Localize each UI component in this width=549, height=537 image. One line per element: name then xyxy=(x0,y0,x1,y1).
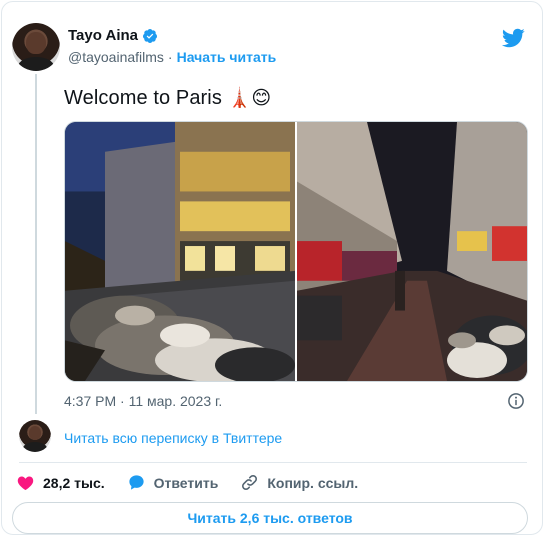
author-handle-row: @tayoainafilms · Начать читать xyxy=(68,49,276,65)
tweet-embed-card: Tayo Aina @tayoainafilms · Начать читать… xyxy=(1,1,543,535)
twitter-bird-icon[interactable] xyxy=(501,26,525,50)
author-name-row: Tayo Aina xyxy=(68,27,158,44)
tweet-emojis: 🗼😊 xyxy=(227,88,272,109)
photo-1-image xyxy=(65,122,295,381)
verified-badge-icon xyxy=(143,28,158,43)
likes-count: 28,2 тыс. xyxy=(43,474,105,491)
reply-bubble-icon xyxy=(129,475,144,490)
thread-connector-line xyxy=(35,74,37,414)
photo-2-image xyxy=(297,122,527,381)
avatar-shirt xyxy=(22,442,48,452)
author-handle[interactable]: @tayoainafilms xyxy=(68,49,164,65)
paris-street-photo-2[interactable] xyxy=(297,122,527,381)
read-thread-link[interactable]: Читать всю переписку в Твиттере xyxy=(64,430,282,446)
reply-button[interactable]: Ответить xyxy=(127,473,219,492)
paris-street-photo-1[interactable] xyxy=(65,122,295,381)
avatar-head xyxy=(26,31,46,54)
separator-dot: · xyxy=(167,49,173,65)
info-icon[interactable] xyxy=(507,392,525,410)
tweet-text-body: Welcome to Paris xyxy=(64,87,222,109)
link-icon xyxy=(242,475,258,490)
read-replies-button[interactable]: Читать 2,6 тыс. ответов xyxy=(12,502,528,534)
like-button[interactable]: 28,2 тыс. xyxy=(16,473,105,492)
thread-author-avatar[interactable] xyxy=(19,420,51,452)
divider xyxy=(19,462,527,463)
tweet-media-grid xyxy=(64,121,528,382)
heart-icon xyxy=(17,476,34,491)
author-display-name[interactable]: Tayo Aina xyxy=(68,27,138,44)
copy-link-button[interactable]: Копир. ссыл. xyxy=(240,473,358,492)
reply-label: Ответить xyxy=(153,474,219,491)
tweet-text: Welcome to Paris 🗼😊 xyxy=(64,86,271,110)
copy-link-label: Копир. ссыл. xyxy=(267,474,359,491)
author-avatar[interactable] xyxy=(12,23,60,71)
tweet-actions-bar: 28,2 тыс. Ответить Копир. ссыл. xyxy=(16,473,380,492)
avatar-head xyxy=(28,425,42,441)
tweet-timestamp[interactable]: 4:37 PM · 11 мар. 2023 г. xyxy=(64,393,222,409)
avatar-shirt xyxy=(17,56,55,71)
follow-link[interactable]: Начать читать xyxy=(177,49,277,65)
